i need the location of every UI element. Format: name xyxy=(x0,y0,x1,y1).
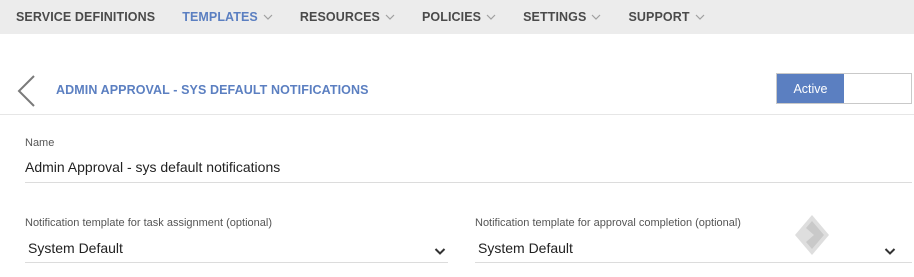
name-field-underline xyxy=(25,182,912,183)
top-navigation: SERVICE DEFINITIONS TEMPLATES RESOURCES … xyxy=(0,0,914,34)
nav-item-label: SUPPORT xyxy=(628,10,690,24)
approval-completion-select[interactable]: System Default xyxy=(478,237,896,259)
nav-item-label: SERVICE DEFINITIONS xyxy=(16,10,156,24)
nav-item-settings[interactable]: SETTINGS xyxy=(523,10,601,24)
nav-item-resources[interactable]: RESOURCES xyxy=(300,10,395,24)
chevron-down-icon xyxy=(591,14,601,21)
name-field[interactable]: Admin Approval - sys default notificatio… xyxy=(25,159,280,175)
task-assignment-select[interactable]: System Default xyxy=(28,237,446,259)
nav-item-templates[interactable]: TEMPLATES xyxy=(182,10,273,24)
nav-item-service-definitions[interactable]: SERVICE DEFINITIONS xyxy=(16,10,155,24)
status-toggle-off-side xyxy=(844,74,911,103)
chevron-down-icon xyxy=(884,243,896,255)
approval-completion-label: Notification template for approval compl… xyxy=(475,217,741,229)
page-title: ADMIN APPROVAL - SYS DEFAULT NOTIFICATIO… xyxy=(56,83,369,97)
chevron-left-icon xyxy=(17,75,35,107)
nav-item-support[interactable]: SUPPORT xyxy=(628,10,704,24)
nav-item-label: TEMPLATES xyxy=(182,10,258,24)
nav-item-label: POLICIES xyxy=(421,10,482,24)
chevron-down-icon xyxy=(385,14,395,21)
back-button[interactable] xyxy=(14,74,38,108)
name-field-label: Name xyxy=(25,137,55,149)
status-toggle[interactable]: Active xyxy=(776,73,912,104)
task-assignment-value: System Default xyxy=(28,240,123,256)
task-assignment-label: Notification template for task assignmen… xyxy=(25,217,273,229)
chevron-down-icon xyxy=(486,14,496,21)
chevron-down-icon xyxy=(263,14,273,21)
header-divider xyxy=(0,114,914,115)
nav-item-label: SETTINGS xyxy=(523,10,587,24)
status-toggle-active-label: Active xyxy=(777,74,844,103)
approval-completion-value: System Default xyxy=(478,240,573,256)
approval-completion-underline xyxy=(475,262,912,263)
nav-item-label: RESOURCES xyxy=(299,10,380,24)
chevron-down-icon xyxy=(434,243,446,255)
chevron-down-icon xyxy=(695,14,705,21)
nav-item-policies[interactable]: POLICIES xyxy=(422,10,496,24)
task-assignment-underline xyxy=(25,262,448,263)
